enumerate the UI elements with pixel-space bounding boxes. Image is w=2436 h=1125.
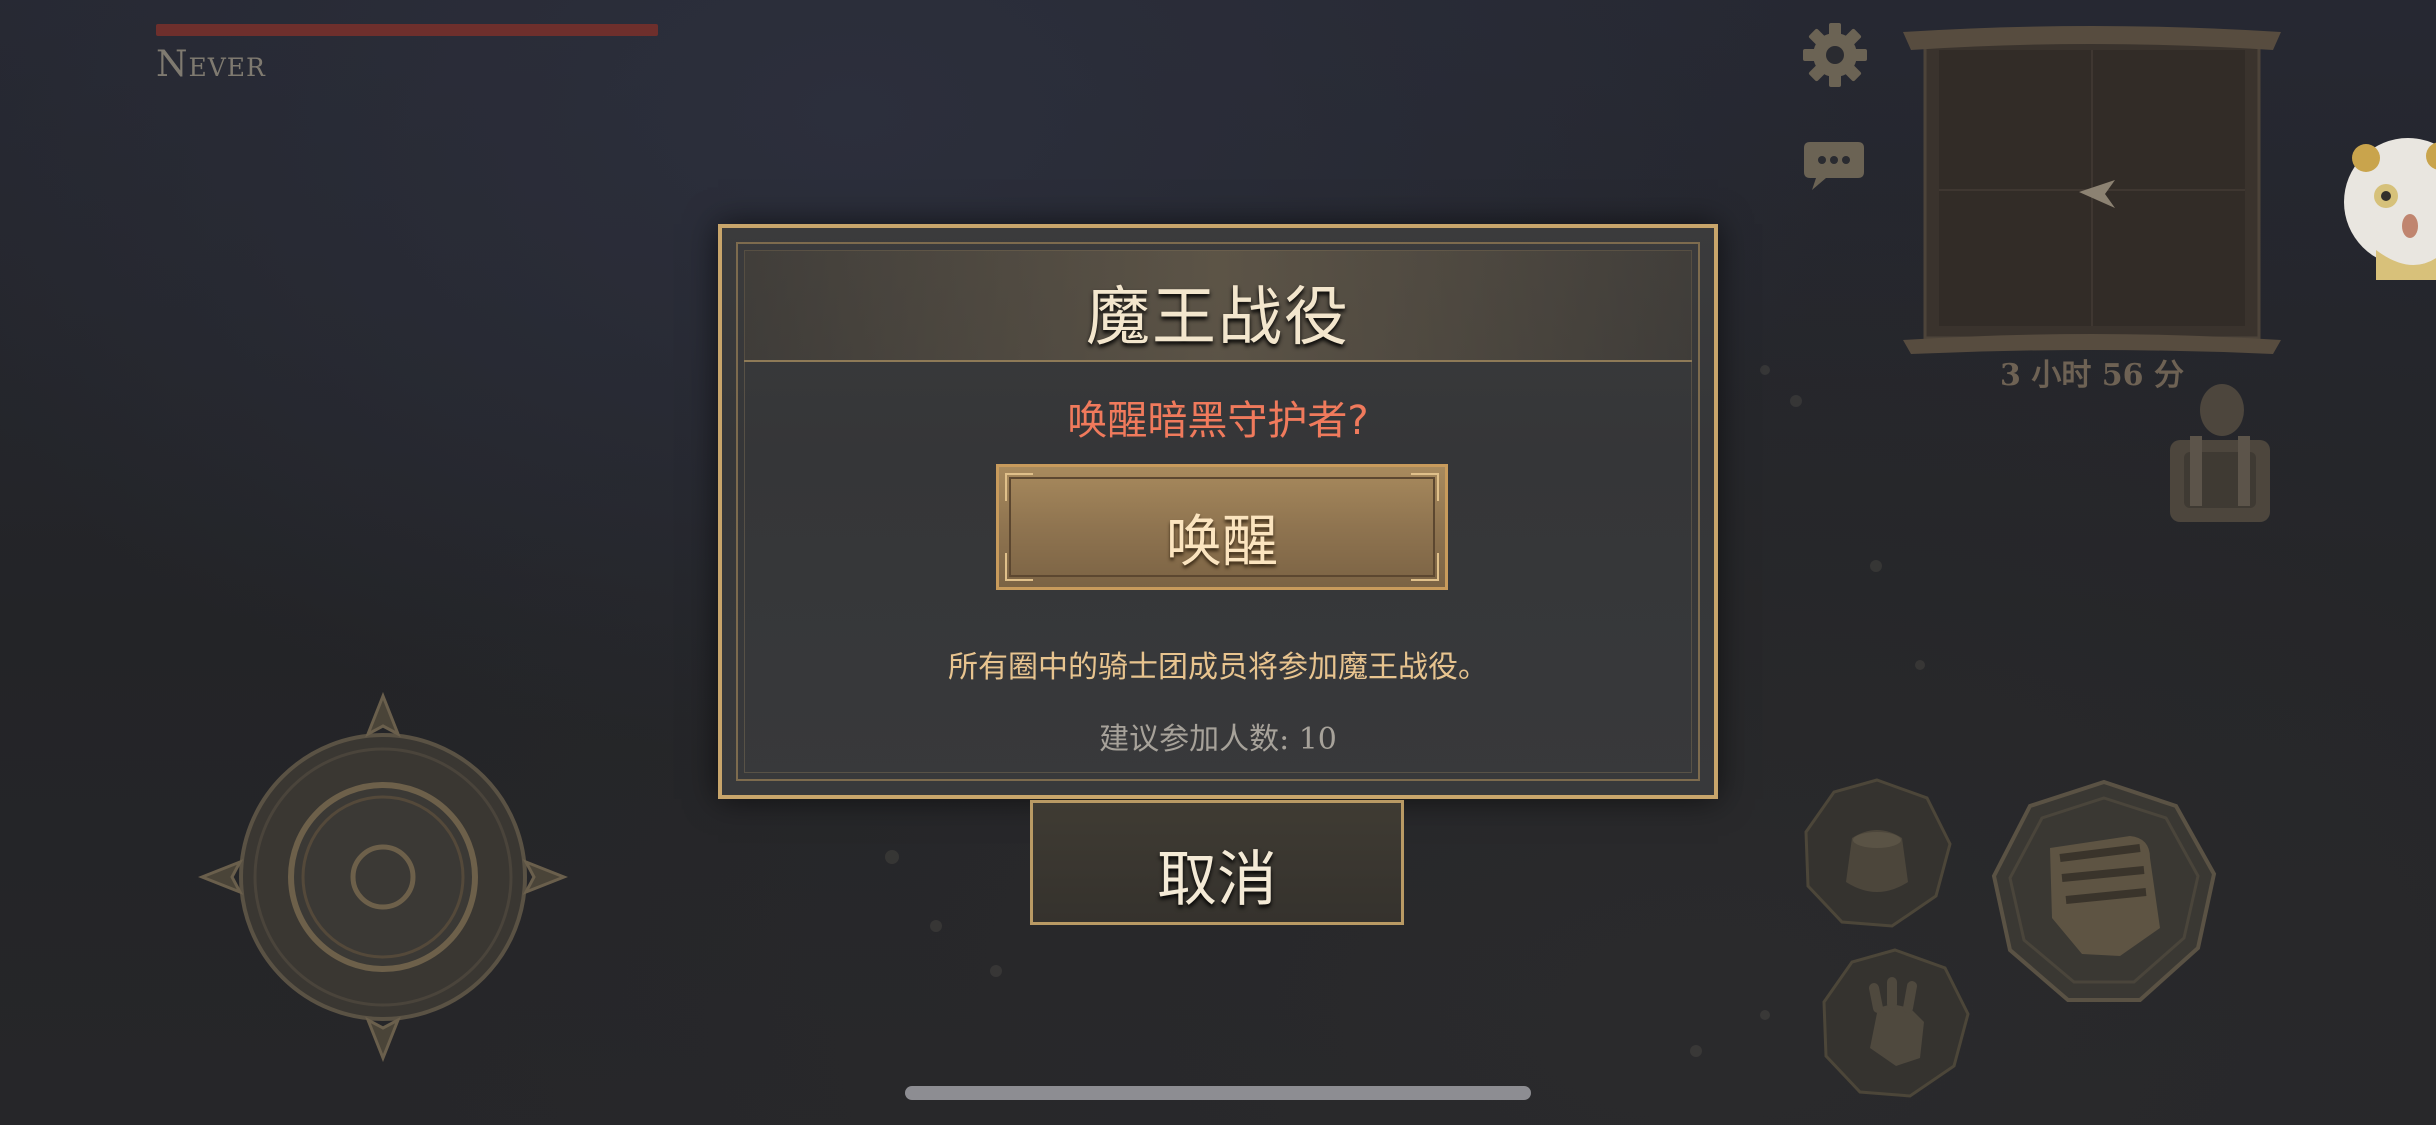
fist-icon[interactable] [1990,778,2218,1006]
dialog-title: 魔王战役 [1086,281,1350,355]
dialog-description: 所有圈中的骑士团成员将参加魔王战役。 [948,650,1488,685]
background-speck [885,850,899,864]
dialog-question: 唤醒暗黑守护者? [1067,398,1369,444]
scroll-map-icon[interactable] [1903,24,2281,354]
cancel-button-label: 取消 [1157,845,1277,915]
backpack-icon[interactable] [2160,380,2280,530]
cancel-button[interactable]: 取消 [1030,800,1404,925]
joystick-icon[interactable] [197,691,569,1063]
background-speck [1760,365,1770,375]
health-bar [156,24,658,36]
player-name: Never [156,44,266,85]
home-indicator[interactable] [905,1086,1531,1100]
background-speck [1915,660,1925,670]
background-speck [1760,1010,1770,1020]
recommended-players: 建议参加人数: 10 [1099,722,1337,757]
background-speck [1790,395,1802,407]
background-speck [990,965,1002,977]
awaken-button-label: 唤醒 [1166,510,1278,575]
panda-avatar-icon[interactable] [2336,130,2436,280]
game-screen: Never 3 小时 56 分 魔王战役 唤醒暗黑守护者? 唤醒 所有圈中的骑士… [0,0,2436,1125]
background-speck [930,920,942,932]
background-speck [1690,1045,1702,1057]
demon-king-battle-dialog: 魔王战役 唤醒暗黑守护者? 唤醒 所有圈中的骑士团成员将参加魔王战役。 建议参加… [718,224,1718,799]
background-speck [1870,560,1882,572]
gear-icon[interactable] [1800,20,1870,90]
chat-bubble-icon[interactable] [1802,136,1866,192]
item-pouch-icon[interactable] [1802,778,1952,928]
awaken-button[interactable]: 唤醒 [996,464,1448,590]
hand-icon[interactable] [1820,948,1970,1098]
